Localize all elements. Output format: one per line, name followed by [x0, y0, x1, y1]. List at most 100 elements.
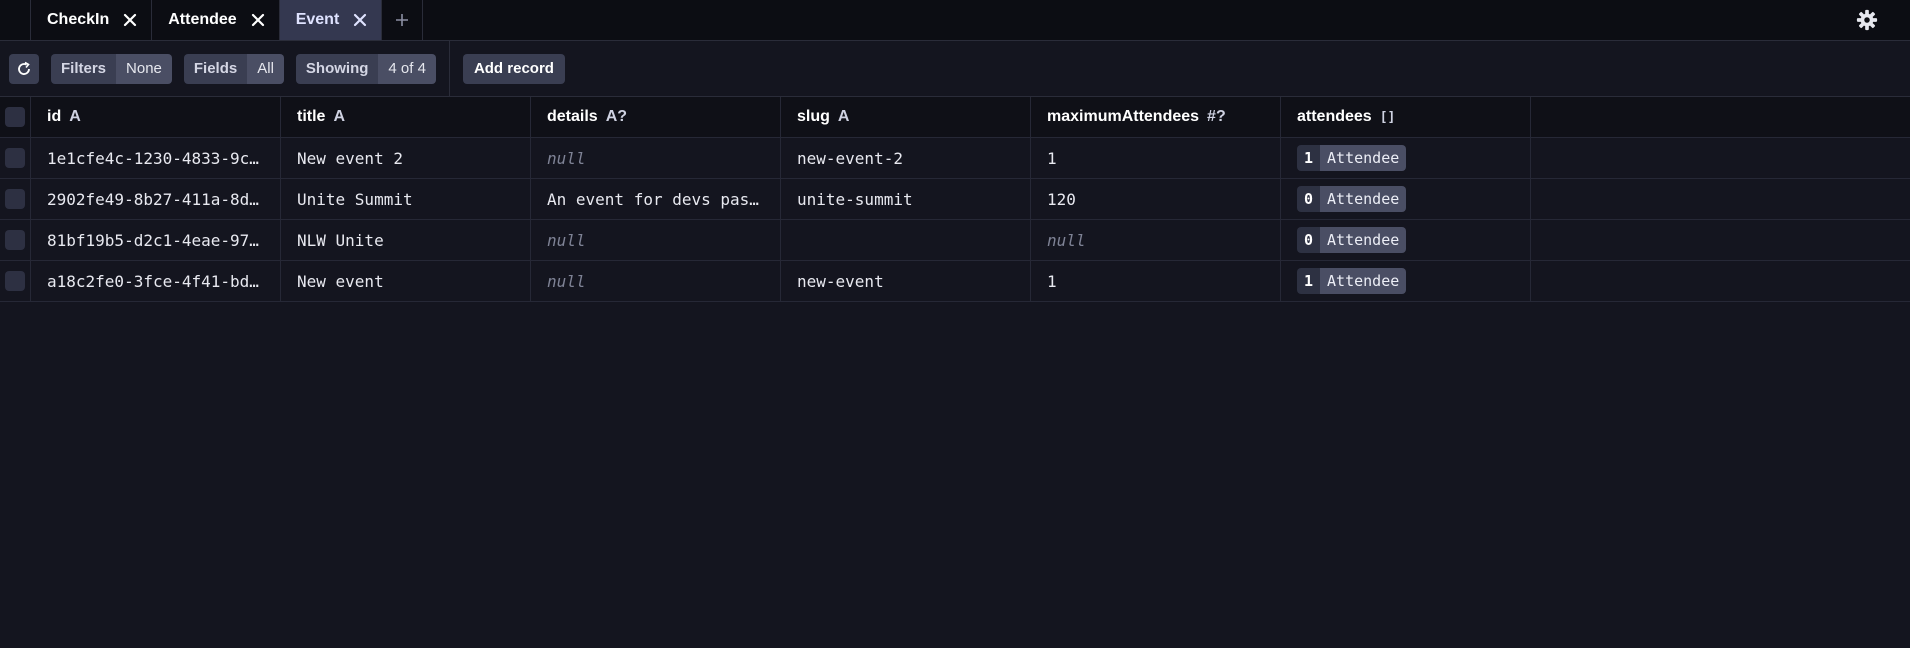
- filters-label: Filters: [51, 53, 117, 84]
- relation-badge[interactable]: 1 Attendee: [1297, 145, 1407, 171]
- column-header-attendees[interactable]: attendees []: [1281, 97, 1531, 137]
- column-header-title[interactable]: title A: [281, 97, 531, 137]
- cell-title[interactable]: New event: [281, 261, 531, 301]
- cell-details[interactable]: null: [531, 220, 781, 260]
- add-tab-button[interactable]: [382, 0, 424, 40]
- close-icon[interactable]: [353, 13, 367, 27]
- cell-value: null: [547, 271, 586, 291]
- row-checkbox[interactable]: [5, 189, 25, 209]
- cell-value: An event for devs pas…: [547, 189, 759, 209]
- tab-attendee[interactable]: Attendee: [152, 0, 280, 40]
- cell-title[interactable]: New event 2: [281, 138, 531, 178]
- refresh-button[interactable]: [9, 53, 39, 84]
- tab-bar: CheckIn Attendee Event: [0, 0, 1910, 41]
- cell-details[interactable]: null: [531, 261, 781, 301]
- filters-button[interactable]: Filters None: [51, 53, 172, 84]
- column-header-slug[interactable]: slug A: [781, 97, 1031, 137]
- toolbar: Filters None Fields All Showing 4 of 4 A…: [0, 41, 1910, 97]
- tab-event[interactable]: Event: [279, 0, 383, 40]
- tab-checkin[interactable]: CheckIn: [31, 0, 153, 40]
- cell-title[interactable]: NLW Unite: [281, 220, 531, 260]
- cell-slug[interactable]: new-event-2: [781, 138, 1031, 178]
- row-select-cell: [0, 138, 31, 178]
- tab-label: Attendee: [168, 11, 237, 28]
- row-checkbox[interactable]: [5, 230, 25, 250]
- cell-slug[interactable]: new-event: [781, 261, 1031, 301]
- relation-count: 0: [1297, 227, 1321, 253]
- table-row[interactable]: a18c2fe0-3fce-4f41-bd… New event null ne…: [0, 261, 1910, 302]
- cell-maximumattendees[interactable]: null: [1031, 220, 1281, 260]
- relation-badge[interactable]: 1 Attendee: [1297, 268, 1407, 294]
- cell-value: 1e1cfe4c-1230-4833-9c…: [47, 148, 259, 168]
- row-select-cell: [0, 261, 31, 301]
- cell-details[interactable]: null: [531, 138, 781, 178]
- cell-id[interactable]: 1e1cfe4c-1230-4833-9c…: [31, 138, 281, 178]
- relation-count: 1: [1297, 145, 1321, 171]
- fields-button[interactable]: Fields All: [183, 53, 284, 84]
- column-type: A: [333, 108, 346, 125]
- column-name: attendees: [1297, 108, 1372, 125]
- cell-value: null: [547, 230, 586, 250]
- cell-maximumattendees[interactable]: 1: [1031, 261, 1281, 301]
- showing-button[interactable]: Showing 4 of 4: [295, 53, 436, 84]
- cell-slug[interactable]: [781, 220, 1031, 260]
- column-type: A: [837, 108, 850, 125]
- close-icon[interactable]: [251, 13, 265, 27]
- cell-value: a18c2fe0-3fce-4f41-bd…: [47, 271, 259, 291]
- cell-id[interactable]: 2902fe49-8b27-411a-8d…: [31, 179, 281, 219]
- cell-details[interactable]: An event for devs pas…: [531, 179, 781, 219]
- column-type: #?: [1207, 108, 1226, 125]
- cell-value: 81bf19b5-d2c1-4eae-97…: [47, 230, 259, 250]
- filters-value: None: [116, 53, 172, 84]
- showing-label: Showing: [295, 53, 379, 84]
- row-checkbox[interactable]: [5, 148, 25, 168]
- cell-value: new-event: [797, 271, 884, 291]
- cell-value: null: [547, 148, 586, 168]
- cell-value: NLW Unite: [297, 230, 384, 250]
- column-header-maximumattendees[interactable]: maximumAttendees #?: [1031, 97, 1281, 137]
- cell-attendees[interactable]: 1 Attendee: [1281, 138, 1531, 178]
- cell-value: New event 2: [297, 148, 403, 168]
- tab-label: CheckIn: [47, 11, 110, 28]
- relation-badge[interactable]: 0 Attendee: [1297, 227, 1407, 253]
- fields-label: Fields: [183, 53, 248, 84]
- table-header: id A title A details A? slug A maximumAt…: [0, 97, 1910, 138]
- cell-title[interactable]: Unite Summit: [281, 179, 531, 219]
- column-header-details[interactable]: details A?: [531, 97, 781, 137]
- column-name: slug: [797, 108, 830, 125]
- relation-count: 1: [1297, 268, 1321, 294]
- tab-bar-spacer: [0, 0, 31, 40]
- cell-value: 1: [1047, 148, 1057, 168]
- cell-value: New event: [297, 271, 384, 291]
- cell-value: new-event-2: [797, 148, 903, 168]
- add-record-button[interactable]: Add record: [462, 53, 565, 84]
- cell-maximumattendees[interactable]: 1: [1031, 138, 1281, 178]
- cell-value: 1: [1047, 271, 1057, 291]
- showing-value: 4 of 4: [378, 53, 436, 84]
- row-select-cell: [0, 179, 31, 219]
- plus-icon: [396, 14, 409, 26]
- close-icon[interactable]: [123, 13, 137, 27]
- column-name: details: [547, 108, 598, 125]
- table-row[interactable]: 2902fe49-8b27-411a-8d… Unite Summit An e…: [0, 179, 1910, 220]
- cell-attendees[interactable]: 1 Attendee: [1281, 261, 1531, 301]
- relation-label: Attendee: [1320, 186, 1407, 212]
- relation-label: Attendee: [1320, 268, 1407, 294]
- cell-attendees[interactable]: 0 Attendee: [1281, 179, 1531, 219]
- cell-slug[interactable]: unite-summit: [781, 179, 1031, 219]
- column-name: maximumAttendees: [1047, 108, 1200, 125]
- tab-label: Event: [295, 11, 340, 28]
- row-checkbox[interactable]: [5, 271, 25, 291]
- relation-badge[interactable]: 0 Attendee: [1297, 186, 1407, 212]
- cell-id[interactable]: 81bf19b5-d2c1-4eae-97…: [31, 220, 281, 260]
- cell-id[interactable]: a18c2fe0-3fce-4f41-bd…: [31, 261, 281, 301]
- fields-value: All: [247, 53, 284, 84]
- table-row[interactable]: 1e1cfe4c-1230-4833-9c… New event 2 null …: [0, 138, 1910, 179]
- column-header-id[interactable]: id A: [31, 97, 281, 137]
- cell-maximumattendees[interactable]: 120: [1031, 179, 1281, 219]
- gear-icon[interactable]: [1856, 9, 1878, 31]
- cell-attendees[interactable]: 0 Attendee: [1281, 220, 1531, 260]
- select-all-checkbox[interactable]: [5, 107, 25, 127]
- records-table: id A title A details A? slug A maximumAt…: [0, 97, 1910, 302]
- table-row[interactable]: 81bf19b5-d2c1-4eae-97… NLW Unite null nu…: [0, 220, 1910, 261]
